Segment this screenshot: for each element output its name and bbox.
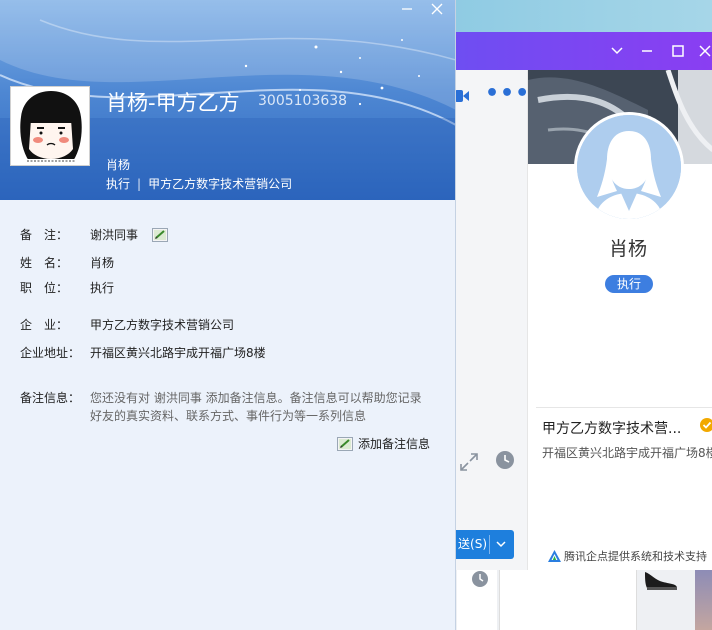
add-note-label: 添加备注信息 [358,437,431,451]
profile-name: 肖杨 [608,238,647,260]
thumbnail-cell [499,570,637,630]
desktop-background [455,0,712,34]
company-label: 企 业： [20,318,69,332]
profile-address: 开福区黄兴北路宇成开福广场8楼 [542,446,712,460]
thumbnail-cell [457,570,497,630]
name-value: 肖杨 [90,256,115,270]
divider [536,407,712,408]
chat-window: ••• 送(S) 肖杨 执行 甲方乙方数字技术营... 开福区黄兴北路宇成开福广… [455,0,712,630]
chat-pane: ••• 送(S) [455,70,530,570]
profile-company[interactable]: 甲方乙方数字技术营... [542,418,692,438]
tencent-qidian-logo-icon [548,550,561,562]
minimize-icon[interactable] [398,0,416,18]
more-icon[interactable]: ••• [485,83,530,105]
avatar[interactable] [574,112,684,222]
maximize-icon[interactable] [668,41,688,61]
address-label: 企业地址： [20,346,81,360]
title-label: 职 位： [20,281,69,295]
avatar[interactable] [10,86,90,166]
header-name: 肖杨 [106,158,131,172]
separator: | [137,177,142,191]
remark-label: 备 注： [20,228,69,242]
profile-card: 肖杨 执行 甲方乙方数字技术营... 开福区黄兴北路宇成开福广场8楼 腾讯企点提… [527,70,712,570]
add-note-link[interactable]: 添加备注信息 [337,435,430,452]
qq-number: 3005103638 [258,93,348,109]
contact-header: 肖杨-甲方乙方 3005103638 肖杨 执行 | 甲方乙方数字技术营销公司 [0,0,455,200]
address-value: 开福区黄兴北路宇成开福广场8楼 [90,346,266,360]
company-value: 甲方乙方数字技术营销公司 [90,318,235,332]
clock-icon [471,570,489,588]
edit-icon [337,437,353,451]
taskbar-strip [455,570,712,630]
verified-badge-icon [699,417,712,433]
shoe-image-icon [641,570,681,592]
header-role-company: 执行 | 甲方乙方数字技术营销公司 [106,175,292,192]
send-button[interactable]: 送(S) [455,530,514,559]
edit-icon[interactable] [152,228,168,242]
remark-value: 谢洪同事 [90,228,139,242]
chevron-down-icon[interactable] [494,537,508,551]
note-label: 备注信息： [20,391,81,405]
header-company: 甲方乙方数字技术营销公司 [148,177,293,191]
send-button-divider [489,535,490,554]
powered-by-footer: 腾讯企点提供系统和技术支持 [548,548,707,564]
video-call-icon[interactable] [455,87,469,105]
contact-info-window: 肖杨-甲方乙方 3005103638 肖杨 执行 | 甲方乙方数字技术营销公司 备 … [0,0,456,630]
send-button-label: 送(S) [458,537,487,551]
expand-icon[interactable] [459,452,479,472]
history-clock-icon[interactable] [495,450,515,470]
display-name: 肖杨-甲方乙方 [106,91,240,115]
chat-titlebar [455,32,712,70]
title-value: 执行 [90,281,115,295]
minimize-icon[interactable] [637,41,657,61]
header-role: 执行 [106,177,131,191]
close-icon[interactable] [695,41,712,61]
chevron-down-icon[interactable] [607,41,627,61]
note-text: 您还没有对 谢洪同事 添加备注信息。备注信息可以帮助您记录好友的真实资料、联系方… [90,391,422,423]
thumbnail-photo [695,570,712,630]
name-label: 姓 名： [20,256,69,270]
powered-by-text: 腾讯企点提供系统和技术支持 [564,550,707,563]
role-badge: 执行 [605,275,653,293]
close-icon[interactable] [428,0,446,18]
